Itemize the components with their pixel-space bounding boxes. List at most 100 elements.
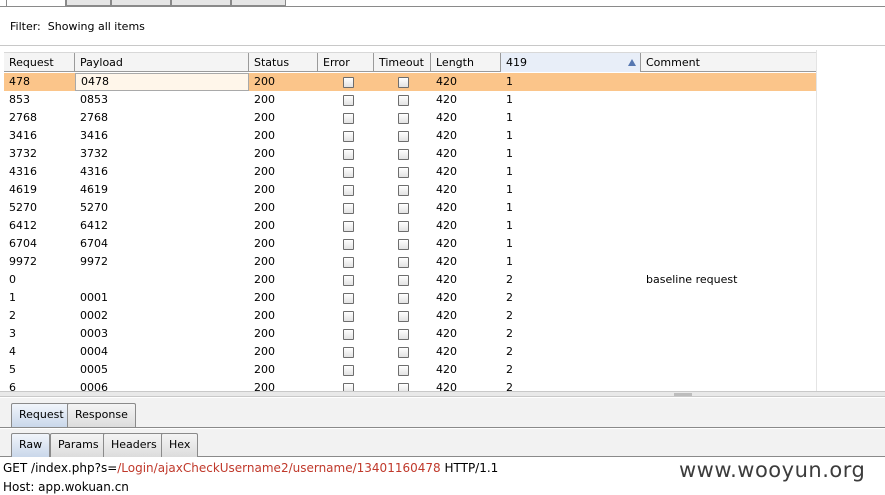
timeout-checkbox[interactable] bbox=[398, 239, 409, 250]
table-row[interactable]: 6412 6412 200 420 1 bbox=[4, 217, 816, 235]
tab-headers[interactable]: Headers bbox=[103, 433, 165, 457]
table-row[interactable]: 3416 3416 200 420 1 bbox=[4, 127, 816, 145]
timeout-checkbox[interactable] bbox=[398, 131, 409, 142]
table-row[interactable]: 4316 4316 200 420 1 bbox=[4, 163, 816, 181]
error-checkbox[interactable] bbox=[343, 329, 354, 340]
cell-comment bbox=[641, 145, 816, 163]
tab-hex[interactable]: Hex bbox=[161, 433, 199, 457]
horizontal-splitter[interactable] bbox=[0, 391, 885, 397]
column-header-status[interactable]: Status bbox=[249, 53, 318, 72]
timeout-checkbox[interactable] bbox=[398, 293, 409, 304]
error-checkbox[interactable] bbox=[343, 257, 354, 268]
cell-request: 6412 bbox=[9, 219, 37, 232]
error-checkbox[interactable] bbox=[343, 239, 354, 250]
table-row[interactable]: 478 0478 200 420 1 bbox=[4, 73, 816, 91]
error-checkbox[interactable] bbox=[343, 365, 354, 376]
table-row[interactable]: 9972 9972 200 420 1 bbox=[4, 253, 816, 271]
timeout-checkbox[interactable] bbox=[398, 167, 409, 178]
error-checkbox[interactable] bbox=[343, 95, 354, 106]
table-row[interactable]: 5270 5270 200 420 1 bbox=[4, 199, 816, 217]
cell-request: 4619 bbox=[9, 183, 37, 196]
timeout-checkbox[interactable] bbox=[398, 347, 409, 358]
error-checkbox[interactable] bbox=[343, 131, 354, 142]
timeout-checkbox[interactable] bbox=[398, 221, 409, 232]
timeout-checkbox[interactable] bbox=[398, 257, 409, 268]
cell-payload: 0006 bbox=[80, 381, 108, 391]
cell-payload: 9972 bbox=[80, 255, 108, 268]
cell-status: 200 bbox=[254, 93, 275, 106]
table-row[interactable]: 5 0005 200 420 2 bbox=[4, 361, 816, 379]
column-header-request[interactable]: Request bbox=[4, 53, 75, 72]
column-header-error[interactable]: Error bbox=[318, 53, 374, 72]
cell-payload: 0004 bbox=[80, 345, 108, 358]
timeout-checkbox[interactable] bbox=[398, 365, 409, 376]
error-checkbox[interactable] bbox=[343, 383, 354, 391]
cell-comment bbox=[641, 379, 816, 391]
request-host-line[interactable]: Host: app.wokuan.cn bbox=[3, 480, 129, 494]
cell-419: 1 bbox=[506, 183, 513, 196]
cell-419: 1 bbox=[506, 93, 513, 106]
timeout-checkbox[interactable] bbox=[398, 329, 409, 340]
splitter-grip[interactable] bbox=[674, 393, 692, 396]
error-checkbox[interactable] bbox=[343, 311, 354, 322]
error-checkbox[interactable] bbox=[343, 77, 354, 88]
column-header-payload[interactable]: Payload bbox=[75, 53, 249, 72]
tab-raw[interactable]: Raw bbox=[11, 433, 51, 457]
timeout-checkbox[interactable] bbox=[398, 275, 409, 286]
error-checkbox[interactable] bbox=[343, 167, 354, 178]
column-header-comment[interactable]: Comment bbox=[641, 53, 816, 72]
cell-length: 420 bbox=[436, 345, 457, 358]
table-row[interactable]: 0 200 420 2 baseline request bbox=[4, 271, 816, 289]
table-row[interactable]: 6 0006 200 420 2 bbox=[4, 379, 816, 391]
table-empty-area bbox=[816, 50, 885, 391]
cell-length: 420 bbox=[436, 111, 457, 124]
table-row[interactable]: 2 0002 200 420 2 bbox=[4, 307, 816, 325]
error-checkbox[interactable] bbox=[343, 149, 354, 160]
request-editor[interactable]: GET /index.php?s=/Login/ajaxCheckUsernam… bbox=[0, 458, 885, 495]
table-row[interactable]: 4619 4619 200 420 1 bbox=[4, 181, 816, 199]
cell-length: 420 bbox=[436, 381, 457, 391]
table-row[interactable]: 853 0853 200 420 1 bbox=[4, 91, 816, 109]
cell-status: 200 bbox=[254, 381, 275, 391]
error-checkbox[interactable] bbox=[343, 113, 354, 124]
error-checkbox[interactable] bbox=[343, 347, 354, 358]
request-line[interactable]: GET /index.php?s=/Login/ajaxCheckUsernam… bbox=[3, 461, 498, 475]
cell-419: 2 bbox=[506, 273, 513, 286]
filter-bar[interactable]: Filter: Showing all items bbox=[0, 7, 885, 46]
tab-params[interactable]: Params bbox=[50, 433, 107, 457]
column-header-timeout[interactable]: Timeout bbox=[374, 53, 431, 72]
table-row[interactable]: 2768 2768 200 420 1 bbox=[4, 109, 816, 127]
table-row[interactable]: 4 0004 200 420 2 bbox=[4, 343, 816, 361]
cell-length: 420 bbox=[436, 327, 457, 340]
cell-request: 2 bbox=[9, 309, 16, 322]
timeout-checkbox[interactable] bbox=[398, 113, 409, 124]
table-row[interactable]: 6704 6704 200 420 1 bbox=[4, 235, 816, 253]
cell-419: 2 bbox=[506, 363, 513, 376]
error-checkbox[interactable] bbox=[343, 203, 354, 214]
timeout-checkbox[interactable] bbox=[398, 77, 409, 88]
table-row[interactable]: 3732 3732 200 420 1 bbox=[4, 145, 816, 163]
timeout-checkbox[interactable] bbox=[398, 203, 409, 214]
timeout-checkbox[interactable] bbox=[398, 95, 409, 106]
table-row[interactable]: 1 0001 200 420 2 bbox=[4, 289, 816, 307]
tab-request[interactable]: Request bbox=[11, 403, 72, 427]
error-checkbox[interactable] bbox=[343, 221, 354, 232]
column-header-length[interactable]: Length bbox=[431, 53, 501, 72]
table-row[interactable]: 3 0003 200 420 2 bbox=[4, 325, 816, 343]
cell-request: 6 bbox=[9, 381, 16, 391]
cell-length: 420 bbox=[436, 219, 457, 232]
timeout-checkbox[interactable] bbox=[398, 185, 409, 196]
error-checkbox[interactable] bbox=[343, 185, 354, 196]
cell-payload: 0002 bbox=[80, 309, 108, 322]
filter-text[interactable]: Filter: Showing all items bbox=[10, 20, 145, 33]
cell-419: 1 bbox=[506, 237, 513, 250]
error-checkbox[interactable] bbox=[343, 293, 354, 304]
cell-payload: 0001 bbox=[80, 291, 108, 304]
error-checkbox[interactable] bbox=[343, 275, 354, 286]
timeout-checkbox[interactable] bbox=[398, 149, 409, 160]
cell-status: 200 bbox=[254, 201, 275, 214]
timeout-checkbox[interactable] bbox=[398, 311, 409, 322]
timeout-checkbox[interactable] bbox=[398, 383, 409, 391]
column-header-419[interactable]: 419 bbox=[501, 53, 641, 72]
tab-response[interactable]: Response bbox=[67, 403, 136, 427]
